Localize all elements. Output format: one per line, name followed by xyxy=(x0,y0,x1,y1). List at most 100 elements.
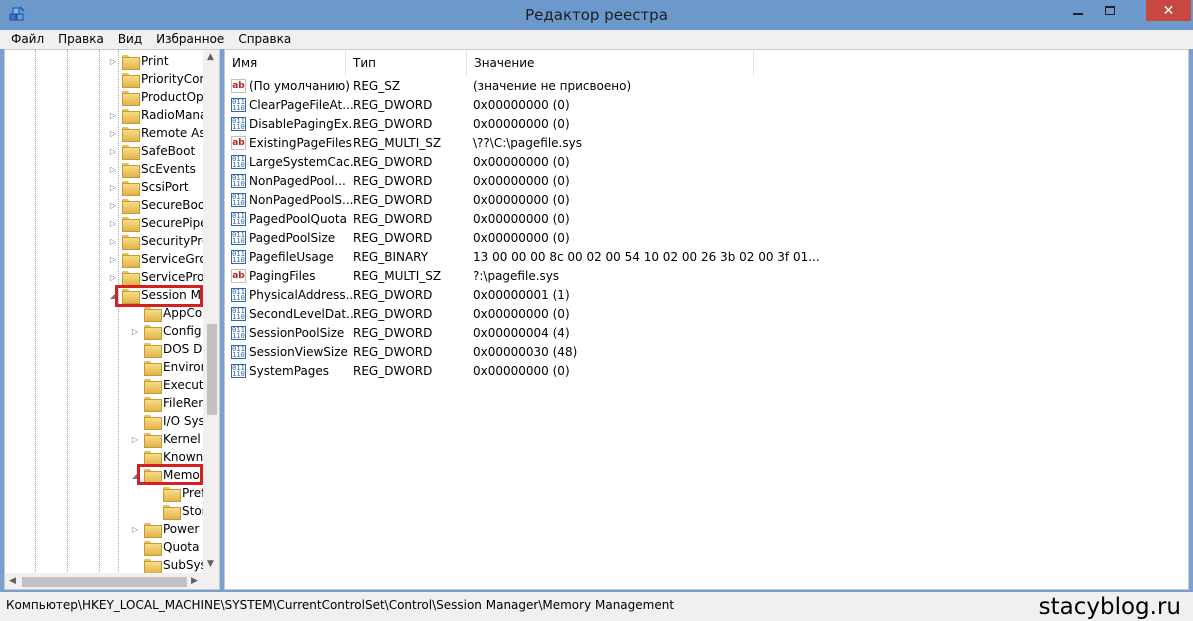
folder-icon xyxy=(122,216,140,232)
tree-item[interactable]: PriorityCor xyxy=(108,70,204,88)
close-button[interactable]: ✕ xyxy=(1146,0,1191,21)
tree-item[interactable]: ▷ SecureBoo xyxy=(108,196,205,214)
expand-arrow-icon[interactable]: ▷ xyxy=(130,525,140,534)
expand-arrow-icon[interactable]: ▷ xyxy=(130,327,140,336)
value-row[interactable]: 011 110 NonPagedPool... REG_DWORD 0x00000000… xyxy=(225,172,1185,191)
tree-item[interactable]: Executi xyxy=(130,376,207,394)
tree-item[interactable]: FileRen xyxy=(130,394,206,412)
value-type: REG_DWORD xyxy=(353,231,433,245)
value-row[interactable]: 011 110 NonPagedPoolS... REG_DWORD 0x0000000… xyxy=(225,191,1185,210)
minimize-button[interactable] xyxy=(1063,0,1093,21)
expand-arrow-icon[interactable]: ▷ xyxy=(108,165,118,174)
value-row[interactable]: ab ExistingPageFiles REG_MULTI_SZ \??\C:\pa… xyxy=(225,134,1185,153)
column-header-type[interactable]: Тип xyxy=(346,50,467,76)
scroll-right-icon[interactable]: ▶ xyxy=(191,576,198,586)
value-type: REG_DWORD xyxy=(353,174,433,188)
menu-favorites[interactable]: Избранное xyxy=(149,30,231,49)
folder-icon xyxy=(144,378,162,394)
tree-item[interactable]: ▷ Kernel xyxy=(130,430,201,448)
tree-item-label: SubSys xyxy=(163,558,207,572)
tree-item[interactable]: Pref xyxy=(149,484,205,502)
expand-arrow-icon[interactable]: ▷ xyxy=(108,219,118,228)
tree-item[interactable]: ▷ SafeBoot xyxy=(108,142,195,160)
tree-item[interactable]: ▷ Config xyxy=(130,322,202,340)
maximize-button[interactable] xyxy=(1096,0,1124,21)
status-bar: Компьютер\HKEY_LOCAL_MACHINE\SYSTEM\Curr… xyxy=(0,592,1193,621)
tree-item[interactable]: ▷ ServiceGro xyxy=(108,250,207,268)
tree-item[interactable]: DOS De xyxy=(130,340,210,358)
tree-guide-line xyxy=(67,50,68,572)
value-value: 0x00000000 (0) xyxy=(473,364,570,378)
scroll-left-icon[interactable]: ◀ xyxy=(9,576,16,586)
expand-arrow-icon[interactable]: ▷ xyxy=(108,201,118,210)
scroll-up-icon[interactable]: ▲ xyxy=(207,52,214,62)
tree-item[interactable]: ▷ SecurePipe xyxy=(108,214,208,232)
value-row[interactable]: ab PagingFiles REG_MULTI_SZ ?:\pagefile.sys xyxy=(225,267,1185,286)
expand-arrow-icon[interactable]: ▷ xyxy=(130,435,140,444)
binary-value-icon: 011 110 xyxy=(231,345,246,359)
folder-icon xyxy=(144,324,162,340)
value-row[interactable]: 011 110 SessionPoolSize REG_DWORD 0x00000004… xyxy=(225,324,1185,343)
tree-item-label: ServiceProv xyxy=(141,270,212,284)
tree-horizontal-scrollbar[interactable]: ◀ ▶ xyxy=(5,573,219,589)
folder-icon xyxy=(144,450,162,466)
expand-arrow-icon[interactable]: ▷ xyxy=(108,183,118,192)
value-row[interactable]: 011 110 SecondLevelDat... REG_DWORD 0x000000… xyxy=(225,305,1185,324)
value-name: PhysicalAddress... xyxy=(249,288,358,302)
memory-management-highlight xyxy=(137,464,203,485)
value-name: DisablePagingEx... xyxy=(249,117,360,131)
value-row[interactable]: 011 110 DisablePagingEx... REG_DWORD 0x00000… xyxy=(225,115,1185,134)
menu-file[interactable]: Файл xyxy=(4,30,51,49)
tree-item[interactable]: I/O Sys xyxy=(130,412,205,430)
column-header-value[interactable]: Значение xyxy=(467,50,754,76)
value-type: REG_DWORD xyxy=(353,326,433,340)
tree-vertical-scroll-thumb[interactable] xyxy=(207,324,217,415)
menu-help[interactable]: Справка xyxy=(231,30,298,49)
binary-value-icon: 011 110 xyxy=(231,288,246,302)
tree-item[interactable]: Enviror xyxy=(130,358,206,376)
title-bar[interactable]: Редактор реестра ✕ xyxy=(0,0,1193,30)
tree-item[interactable]: ▷ RadioMana xyxy=(108,106,207,124)
expand-arrow-icon[interactable]: ▷ xyxy=(108,147,118,156)
expand-arrow-icon[interactable]: ▷ xyxy=(108,273,118,282)
value-row[interactable]: ab (По умолчанию) REG_SZ (значение не присв… xyxy=(225,77,1185,96)
expand-arrow-icon[interactable]: ▷ xyxy=(108,255,118,264)
value-row[interactable]: 011 110 PagedPoolQuota REG_DWORD 0x00000000 … xyxy=(225,210,1185,229)
value-row[interactable]: 011 110 SystemPages REG_DWORD 0x00000000 (0) xyxy=(225,362,1185,381)
tree-item[interactable]: ▷ Power xyxy=(130,520,199,538)
menu-edit[interactable]: Правка xyxy=(51,30,111,49)
value-row[interactable]: 011 110 ClearPageFileAt... REG_DWORD 0x00000… xyxy=(225,96,1185,115)
tree-item[interactable]: ▷ ScsiPort xyxy=(108,178,189,196)
tree-item[interactable]: Quota S xyxy=(130,538,211,556)
expand-arrow-icon[interactable]: ▷ xyxy=(108,129,118,138)
menu-view[interactable]: Вид xyxy=(111,30,149,49)
values-list-panel[interactable]: Имя Тип Значение ab (По умолчанию) REG_SZ(… xyxy=(224,49,1189,590)
value-value: 0x00000004 (4) xyxy=(473,326,570,340)
tree-horizontal-scroll-thumb[interactable] xyxy=(22,577,187,587)
menu-bar: Файл Правка Вид Избранное Справка xyxy=(0,30,1193,49)
tree-item-label: Executi xyxy=(163,378,207,392)
tree-item[interactable]: ▷ ServiceProv xyxy=(108,268,212,286)
expand-arrow-icon[interactable]: ▷ xyxy=(108,57,118,66)
tree-item[interactable]: ProductOp xyxy=(108,88,204,106)
value-row[interactable]: 011 110 PagefileUsage REG_BINARY 13 00 00 00… xyxy=(225,248,1185,267)
value-row[interactable]: 011 110 PhysicalAddress... REG_DWORD 0x00000… xyxy=(225,286,1185,305)
value-row[interactable]: 011 110 PagedPoolSize REG_DWORD 0x00000000 (… xyxy=(225,229,1185,248)
column-header-name[interactable]: Имя xyxy=(225,50,346,76)
tree-item[interactable]: ▷ Print xyxy=(108,52,169,70)
expand-arrow-icon[interactable]: ▷ xyxy=(108,111,118,120)
key-tree-panel[interactable]: ▷ Print PriorityCor ProductOp ▷ RadioMana ▷ Rem… xyxy=(4,49,220,590)
tree-item[interactable]: SubSys xyxy=(130,556,207,574)
expand-arrow-icon[interactable]: ▷ xyxy=(108,237,118,246)
binary-value-icon: 011 110 xyxy=(231,174,246,188)
folder-icon xyxy=(122,162,140,178)
value-row[interactable]: 011 110 LargeSystemCac... REG_DWORD 0x000000… xyxy=(225,153,1185,172)
tree-vertical-scrollbar[interactable]: ▲ ▼ xyxy=(203,50,219,573)
scroll-down-icon[interactable]: ▼ xyxy=(207,559,214,569)
tree-item[interactable]: ▷ Remote As xyxy=(108,124,206,142)
value-row[interactable]: 011 110 SessionViewSize REG_DWORD 0x00000030… xyxy=(225,343,1185,362)
tree-item[interactable]: ▷ ScEvents xyxy=(108,160,196,178)
tree-item-label: AppCo xyxy=(163,306,203,320)
tree-item[interactable]: Stor xyxy=(149,502,207,520)
tree-item[interactable]: ▷ SecurityPro xyxy=(108,232,209,250)
